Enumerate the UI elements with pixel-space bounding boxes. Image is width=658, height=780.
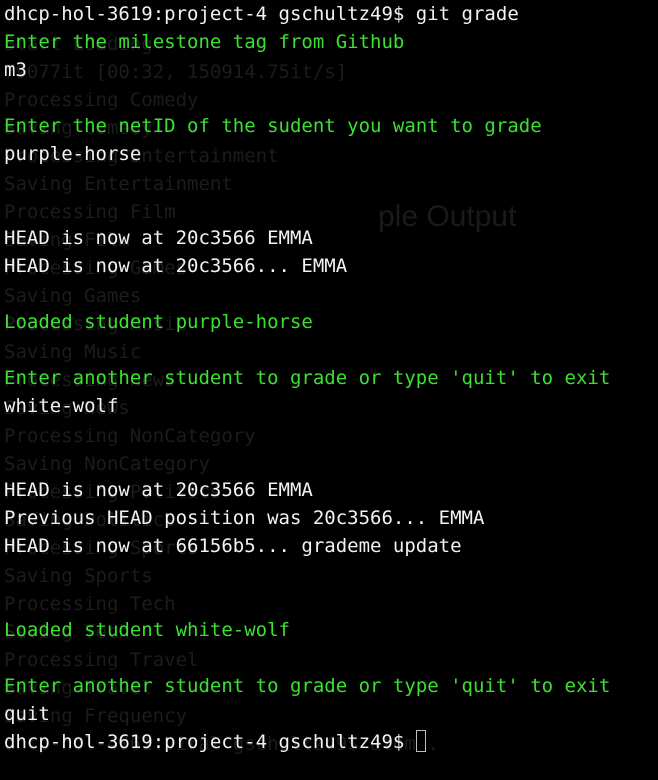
user-input-line: white-wolf xyxy=(4,395,119,417)
user-input-line: m3 xyxy=(4,59,27,81)
output-line: HEAD is now at 20c3566 EMMA xyxy=(4,227,313,249)
shell-prompt-line: dhcp-hol-3619:project-4 gschultz49$ xyxy=(4,728,658,756)
output-line: Previous HEAD position was 20c3566... EM… xyxy=(4,507,485,529)
shell-prompt-text: dhcp-hol-3619:project-4 gschultz49$ xyxy=(4,731,405,753)
terminal-window[interactable]: Start Loading 79077it [00:32, 150914.75it… xyxy=(0,0,658,780)
output-line: HEAD is now at 20c3566 EMMA xyxy=(4,479,313,501)
prompt-message-line: Enter another student to grade or type '… xyxy=(4,367,611,389)
prompt-message-line: Loaded student purple-horse xyxy=(4,311,313,333)
prompt-message-line: Enter the netID of the sudent you want t… xyxy=(4,115,542,137)
output-line: HEAD is now at 66156b5... grademe update xyxy=(4,535,462,557)
prompt-message-line: Enter another student to grade or type '… xyxy=(4,675,611,697)
user-input-line: quit xyxy=(4,703,50,725)
terminal-output: dhcp-hol-3619:project-4 gschultz49$ git … xyxy=(4,0,658,756)
prompt-message-line: Enter the milestone tag from Github xyxy=(4,31,405,53)
output-line: HEAD is now at 20c3566... EMMA xyxy=(4,255,348,277)
text-cursor[interactable] xyxy=(416,730,427,752)
shell-prompt-line: dhcp-hol-3619:project-4 gschultz49$ git … xyxy=(4,3,519,25)
prompt-message-line: Loaded student white-wolf xyxy=(4,619,290,641)
user-input-line: purple-horse xyxy=(4,143,142,165)
